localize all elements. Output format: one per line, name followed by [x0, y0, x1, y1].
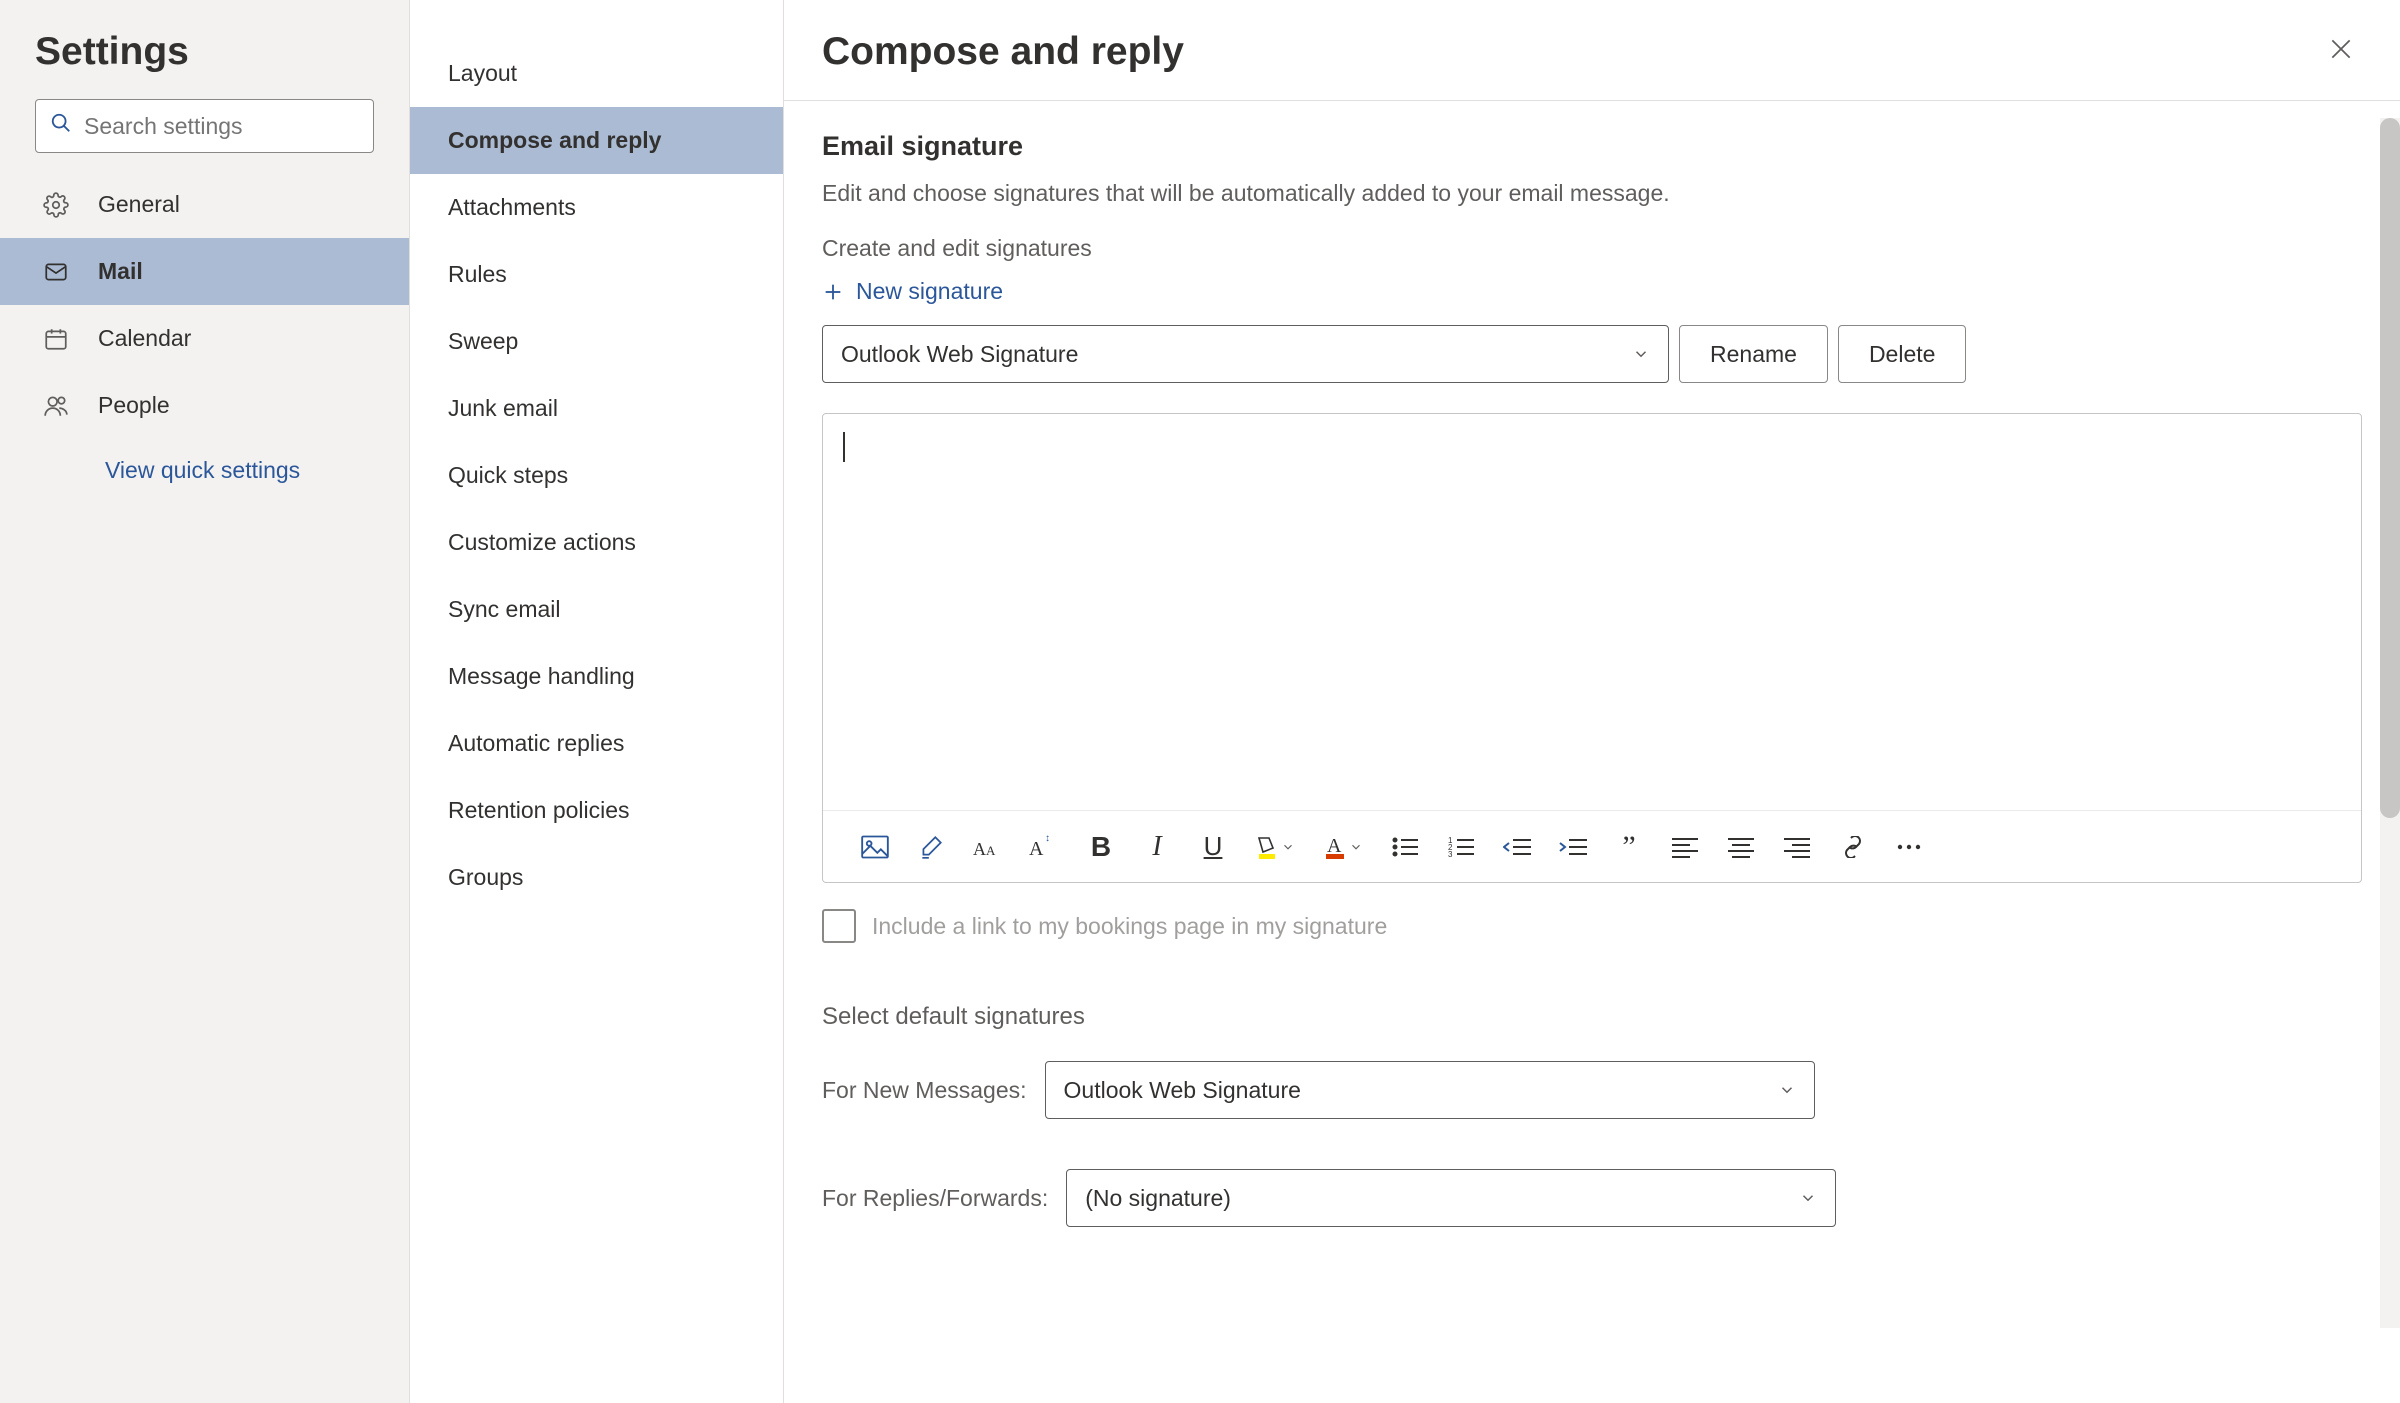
new-signature-button[interactable]: New signature — [822, 278, 2362, 305]
signature-select[interactable]: Outlook Web Signature — [822, 325, 1669, 383]
subnav-junk-email[interactable]: Junk email — [410, 375, 783, 442]
nav-item-calendar[interactable]: Calendar — [0, 305, 409, 372]
search-settings-field[interactable] — [35, 99, 374, 153]
nav-label-mail: Mail — [98, 258, 143, 285]
plus-icon — [822, 281, 844, 303]
settings-title: Settings — [0, 30, 409, 99]
nav-item-general[interactable]: General — [0, 171, 409, 238]
align-center-icon[interactable] — [1727, 827, 1755, 867]
chevron-down-icon — [1281, 840, 1295, 854]
quote-icon[interactable]: ” — [1615, 827, 1643, 867]
email-signature-heading: Email signature — [822, 131, 2362, 162]
bullet-list-icon[interactable] — [1391, 827, 1419, 867]
text-cursor — [843, 432, 845, 462]
search-input[interactable] — [84, 113, 380, 140]
nav-label-general: General — [98, 191, 180, 218]
settings-content-panel: Compose and reply Email signature Edit a… — [784, 0, 2400, 1403]
vertical-scrollbar[interactable] — [2380, 118, 2400, 1328]
editor-toolbar: AA A↕ B I U A 123 ” — [823, 810, 2361, 882]
chevron-down-icon — [1632, 345, 1650, 363]
mail-subnav: Layout Compose and reply Attachments Rul… — [410, 0, 784, 1403]
select-default-signatures-heading: Select default signatures — [822, 1003, 2362, 1031]
subnav-rules[interactable]: Rules — [410, 241, 783, 308]
svg-text:3: 3 — [1448, 850, 1453, 858]
email-signature-description: Edit and choose signatures that will be … — [822, 180, 2362, 207]
subnav-customize-actions[interactable]: Customize actions — [410, 509, 783, 576]
search-icon — [50, 112, 72, 140]
underline-icon[interactable]: U — [1199, 827, 1227, 867]
subnav-quick-steps[interactable]: Quick steps — [410, 442, 783, 509]
nav-item-mail[interactable]: Mail — [0, 238, 409, 305]
calendar-icon — [42, 326, 70, 352]
svg-text:A: A — [986, 843, 996, 858]
for-replies-forwards-select[interactable]: (No signature) — [1066, 1169, 1836, 1227]
chevron-down-icon — [1799, 1189, 1817, 1207]
svg-text:A: A — [973, 839, 986, 859]
subnav-attachments[interactable]: Attachments — [410, 174, 783, 241]
people-icon — [42, 393, 70, 419]
highlight-color-icon[interactable] — [1255, 827, 1295, 867]
align-left-icon[interactable] — [1671, 827, 1699, 867]
align-right-icon[interactable] — [1783, 827, 1811, 867]
outdent-icon[interactable] — [1503, 827, 1531, 867]
for-replies-forwards-value: (No signature) — [1085, 1185, 1231, 1212]
signature-editor-textarea[interactable] — [823, 414, 2361, 810]
image-icon[interactable] — [861, 827, 889, 867]
chevron-down-icon — [1778, 1081, 1796, 1099]
svg-text:A: A — [1029, 838, 1044, 860]
bookings-checkbox-label: Include a link to my bookings page in my… — [872, 913, 1387, 940]
format-painter-icon[interactable] — [917, 827, 945, 867]
subnav-message-handling[interactable]: Message handling — [410, 643, 783, 710]
nav-label-calendar: Calendar — [98, 325, 191, 352]
nav-item-people[interactable]: People — [0, 372, 409, 439]
link-icon[interactable] — [1839, 827, 1867, 867]
subnav-retention-policies[interactable]: Retention policies — [410, 777, 783, 844]
font-size-icon[interactable]: A↕ — [1029, 827, 1059, 867]
bold-icon[interactable]: B — [1087, 827, 1115, 867]
svg-text:A: A — [1327, 835, 1342, 857]
rename-button[interactable]: Rename — [1679, 325, 1828, 383]
delete-button[interactable]: Delete — [1838, 325, 1966, 383]
signature-select-value: Outlook Web Signature — [841, 341, 1078, 368]
gear-icon — [42, 192, 70, 218]
close-icon — [2328, 36, 2354, 62]
panel-title: Compose and reply — [822, 30, 1184, 74]
font-color-icon[interactable]: A — [1323, 827, 1363, 867]
more-icon[interactable] — [1895, 827, 1923, 867]
subnav-automatic-replies[interactable]: Automatic replies — [410, 710, 783, 777]
font-family-icon[interactable]: AA — [973, 827, 1001, 867]
signature-editor: AA A↕ B I U A 123 ” — [822, 413, 2362, 883]
italic-icon[interactable]: I — [1143, 827, 1171, 867]
indent-icon[interactable] — [1559, 827, 1587, 867]
subnav-groups[interactable]: Groups — [410, 844, 783, 911]
numbered-list-icon[interactable]: 123 — [1447, 827, 1475, 867]
scrollbar-thumb[interactable] — [2380, 118, 2400, 818]
for-replies-forwards-label: For Replies/Forwards: — [822, 1185, 1048, 1212]
view-quick-settings-link[interactable]: View quick settings — [0, 439, 409, 484]
for-new-messages-label: For New Messages: — [822, 1077, 1027, 1104]
subnav-sweep[interactable]: Sweep — [410, 308, 783, 375]
bookings-link-checkbox[interactable] — [822, 909, 856, 943]
subnav-layout[interactable]: Layout — [410, 40, 783, 107]
svg-text:↕: ↕ — [1045, 833, 1050, 844]
for-new-messages-value: Outlook Web Signature — [1064, 1077, 1301, 1104]
chevron-down-icon — [1349, 840, 1363, 854]
new-signature-label: New signature — [856, 278, 1003, 305]
close-button[interactable] — [2320, 28, 2362, 76]
mail-icon — [42, 259, 70, 285]
settings-primary-nav: Settings General Mail Calendar People Vi… — [0, 0, 410, 1403]
subnav-compose-and-reply[interactable]: Compose and reply — [410, 107, 783, 174]
nav-label-people: People — [98, 392, 170, 419]
for-new-messages-select[interactable]: Outlook Web Signature — [1045, 1061, 1815, 1119]
subnav-sync-email[interactable]: Sync email — [410, 576, 783, 643]
create-edit-signatures-label: Create and edit signatures — [822, 235, 2362, 262]
